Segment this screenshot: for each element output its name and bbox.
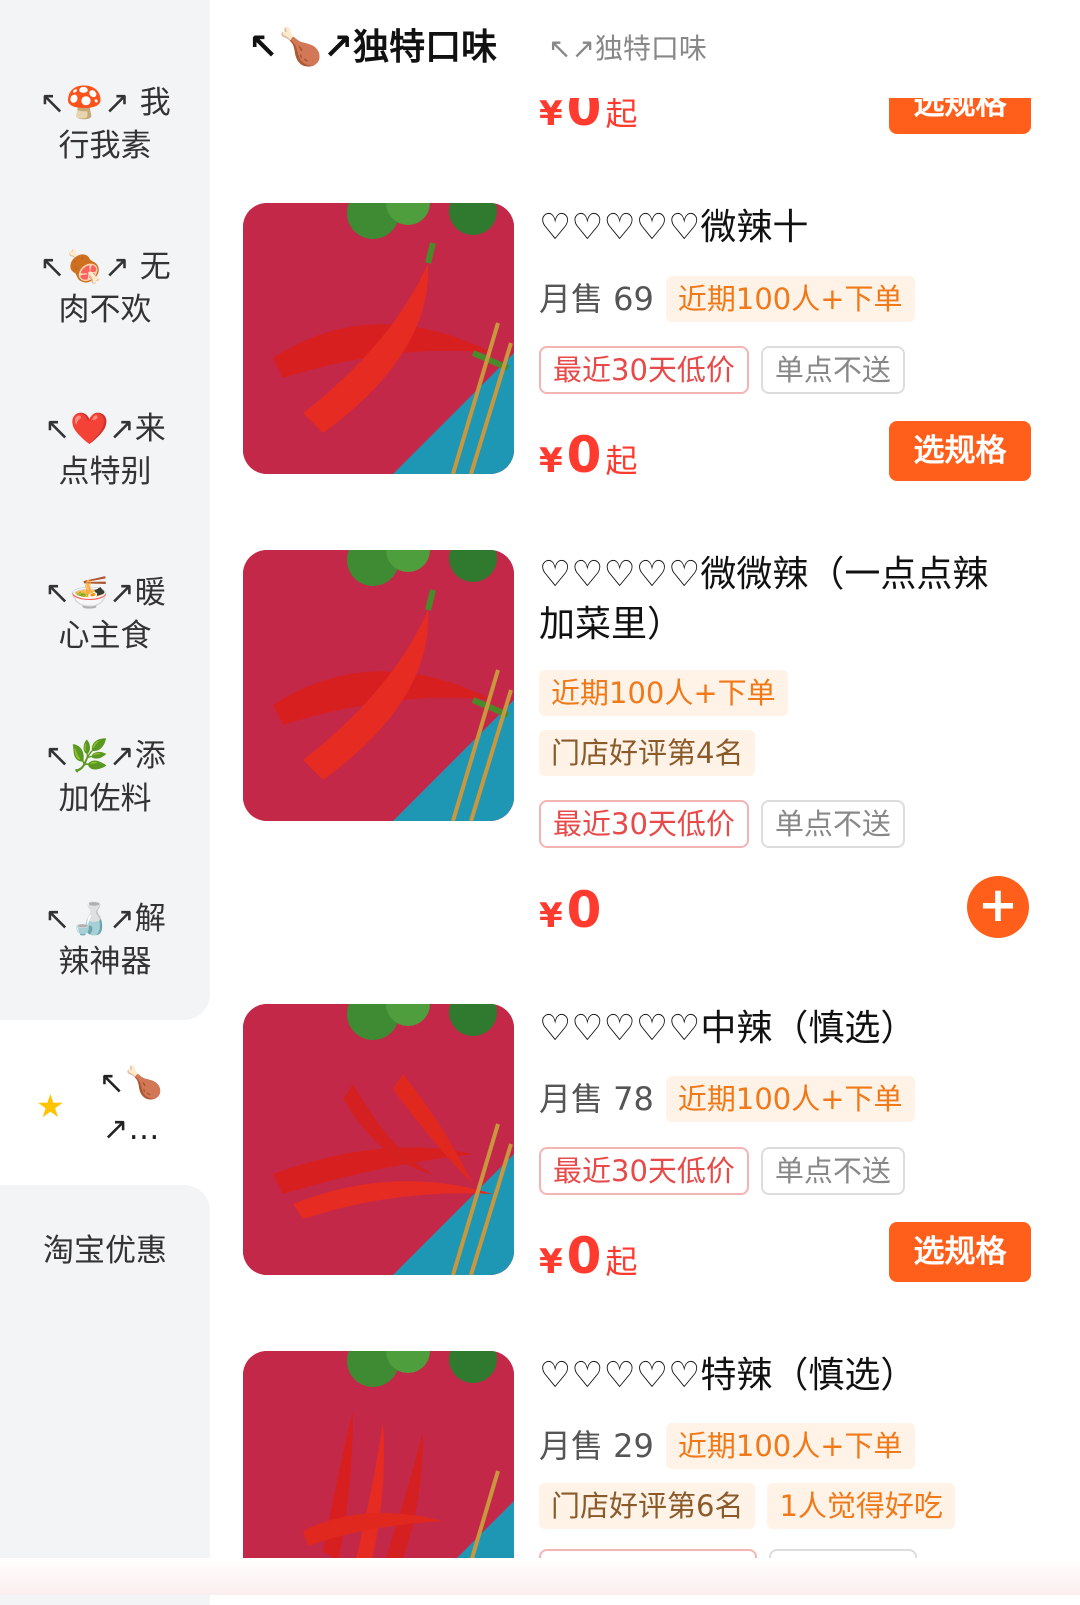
liked-tag: 1人觉得好吃 bbox=[767, 1483, 955, 1529]
sidebar-item-seasoning[interactable]: ↖🌿↗添 加佐料 bbox=[0, 735, 210, 821]
product-meta-row: 月售 78 近期100人+下单 bbox=[539, 1076, 915, 1122]
sidebar-item-taobao-offers[interactable]: 淘宝优惠 bbox=[0, 1230, 210, 1273]
sidebar-item-anti-spicy[interactable]: ↖🍶↗解 辣神器 bbox=[0, 898, 210, 984]
sidebar-item-label: ↖🍗 bbox=[98, 1065, 164, 1101]
currency-symbol: ¥ bbox=[539, 896, 563, 936]
star-icon: ★ bbox=[36, 1087, 65, 1125]
no-single-delivery-badge: 单点不送 bbox=[760, 346, 905, 394]
no-single-delivery-badge: 单点不送 bbox=[760, 800, 905, 848]
price-suffix: 起 bbox=[605, 98, 638, 133]
product-info: ♡♡♡♡♡微微辣（一点点辣加菜里） bbox=[539, 550, 1009, 650]
sidebar-item-label: ↖🌿↗添 bbox=[44, 738, 166, 774]
product-name: ♡♡♡♡♡微微辣（一点点辣加菜里） bbox=[539, 554, 989, 645]
product-rank-row: 门店好评第4名 bbox=[539, 730, 756, 776]
sidebar-item-label: ↖🍄↗ 我 bbox=[39, 85, 171, 121]
sidebar-item-label: ↖🍶↗解 bbox=[44, 901, 166, 937]
low-price-badge bbox=[539, 1549, 757, 1558]
monthly-sales: 月售 29 bbox=[539, 1427, 654, 1465]
rating-rank-tag: 门店好评第4名 bbox=[539, 730, 756, 776]
product-info: ♡♡♡♡♡中辣（慎选） bbox=[539, 1004, 1029, 1054]
product-image[interactable] bbox=[243, 1351, 514, 1558]
price-label: ¥0 起 bbox=[539, 1226, 637, 1298]
sidebar-item-label: ↖❤️↗来 bbox=[44, 411, 166, 447]
rating-rank-tag: 门店好评第6名 bbox=[539, 1483, 756, 1529]
product-name: ♡♡♡♡♡微辣十 bbox=[539, 207, 809, 248]
product-card[interactable]: ♡♡♡♡♡微辣十 月售 69 近期100人+下单 最近30天低价 单点不送 ¥0 起 … bbox=[243, 203, 1033, 493]
popularity-tag: 近期100人+下单 bbox=[539, 670, 788, 716]
currency-symbol: ¥ bbox=[539, 98, 563, 134]
no-single-delivery-badge bbox=[769, 1549, 917, 1558]
popularity-tag: 近期100人+下单 bbox=[665, 1076, 915, 1122]
low-price-badge: 最近30天低价 bbox=[539, 1147, 749, 1195]
sidebar-item-label: 行我素 bbox=[58, 128, 152, 164]
section-subtitle: ↖↗独特口味 bbox=[548, 32, 707, 65]
sidebar-item-label: ↗… bbox=[102, 1111, 160, 1147]
popularity-tag: 近期100人+下单 bbox=[665, 276, 915, 322]
sidebar-item-label: 肉不欢 bbox=[58, 292, 152, 328]
sidebar-item-vegetarian[interactable]: ↖🍄↗ 我 行我素 bbox=[0, 82, 210, 168]
low-price-badge: 最近30天低价 bbox=[539, 800, 749, 848]
select-spec-button[interactable]: 选规格 bbox=[889, 98, 1031, 134]
currency-symbol: ¥ bbox=[539, 1242, 563, 1282]
category-sidebar: ↖🍄↗ 我 行我素 ↖🍖↗ 无 肉不欢 ↖❤️↗来 点特别 ↖🍜↗暖 心主食 ↖… bbox=[0, 0, 210, 1605]
partial-product-card: ¥0 起 选规格 bbox=[243, 98, 1033, 138]
monthly-sales: 月售 69 bbox=[539, 280, 654, 318]
price-label: ¥0 起 bbox=[539, 425, 637, 497]
no-single-delivery-badge: 单点不送 bbox=[760, 1147, 905, 1195]
product-image[interactable] bbox=[243, 550, 514, 821]
sidebar-item-meat[interactable]: ↖🍖↗ 无 肉不欢 bbox=[0, 246, 210, 332]
product-image[interactable] bbox=[243, 1004, 514, 1275]
monthly-sales: 月售 78 bbox=[539, 1080, 654, 1118]
price-value: 0 bbox=[566, 1227, 602, 1285]
price-value: 0 bbox=[566, 426, 602, 484]
popularity-tag: 近期100人+下单 bbox=[665, 1423, 915, 1469]
sidebar-item-label: ↖🍖↗ 无 bbox=[39, 249, 171, 285]
product-badges-row-clipped bbox=[539, 1549, 917, 1558]
product-card[interactable]: ♡♡♡♡♡微微辣（一点点辣加菜里） 近期100人+下单 门店好评第4名 最近30… bbox=[243, 550, 1033, 950]
add-to-cart-plus-icon[interactable]: + bbox=[967, 876, 1029, 938]
select-spec-button[interactable]: 选规格 bbox=[889, 1222, 1031, 1282]
sidebar-item-label: 点特别 bbox=[58, 454, 152, 490]
sidebar-item-label: 辣神器 bbox=[58, 944, 152, 980]
sidebar-item-label: ↖🍜↗暖 bbox=[44, 575, 166, 611]
bottom-edge bbox=[0, 1558, 1080, 1595]
sidebar-item-label: 淘宝优惠 bbox=[43, 1233, 167, 1269]
price-label: ¥0 起 bbox=[539, 98, 637, 138]
product-badges-row: 最近30天低价 单点不送 bbox=[539, 1147, 905, 1195]
product-meta-row: 近期100人+下单 bbox=[539, 670, 788, 716]
product-image[interactable] bbox=[243, 203, 514, 474]
product-name: ♡♡♡♡♡中辣（慎选） bbox=[539, 1008, 917, 1049]
price-label: ¥0 bbox=[539, 880, 605, 952]
select-spec-button[interactable]: 选规格 bbox=[889, 421, 1031, 481]
price-suffix: 起 bbox=[605, 1243, 638, 1281]
price-value: 0 bbox=[566, 881, 602, 939]
price-value: 0 bbox=[566, 98, 602, 137]
product-name: ♡♡♡♡♡特辣（慎选） bbox=[539, 1355, 917, 1396]
product-info: ♡♡♡♡♡微辣十 bbox=[539, 203, 1029, 253]
sidebar-item-special[interactable]: ↖❤️↗来 点特别 bbox=[0, 408, 210, 494]
section-title: ↖🍗↗独特口味 bbox=[248, 27, 498, 68]
sidebar-active-label: ↖🍗 ↗… bbox=[96, 1060, 166, 1152]
product-meta-row: 月售 29 近期100人+下单 bbox=[539, 1423, 915, 1469]
sidebar-item-label: 心主食 bbox=[58, 618, 152, 654]
product-badges-row: 最近30天低价 单点不送 bbox=[539, 346, 905, 394]
sidebar-item-staple[interactable]: ↖🍜↗暖 心主食 bbox=[0, 572, 210, 658]
price-suffix: 起 bbox=[605, 442, 638, 480]
product-card[interactable]: ♡♡♡♡♡特辣（慎选） 月售 29 近期100人+下单 门店好评第6名 1人觉得好吃 bbox=[243, 1351, 1033, 1558]
low-price-badge: 最近30天低价 bbox=[539, 346, 749, 394]
product-meta-row: 月售 69 近期100人+下单 bbox=[539, 276, 915, 322]
currency-symbol: ¥ bbox=[539, 441, 563, 481]
product-card[interactable]: ♡♡♡♡♡中辣（慎选） 月售 78 近期100人+下单 最近30天低价 单点不送 ¥… bbox=[243, 1004, 1033, 1294]
product-info: ♡♡♡♡♡特辣（慎选） bbox=[539, 1351, 1029, 1401]
product-badges-row: 最近30天低价 单点不送 bbox=[539, 800, 905, 848]
product-rank-row: 门店好评第6名 1人觉得好吃 bbox=[539, 1483, 955, 1529]
sidebar-item-label: 加佐料 bbox=[58, 781, 152, 817]
